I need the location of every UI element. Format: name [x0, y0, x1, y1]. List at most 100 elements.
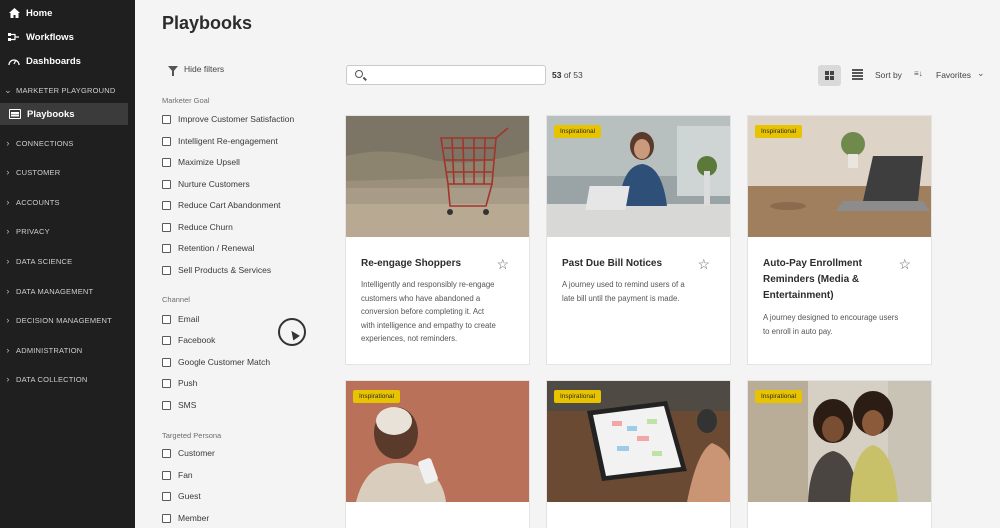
playbook-card[interactable]: Inspirational Auto-Pay Enrollment Remind…: [748, 116, 931, 364]
nav-playbooks[interactable]: Playbooks: [0, 103, 128, 125]
list-view-button[interactable]: [852, 69, 863, 80]
playbook-card[interactable]: Re-engage Shoppers ☆ Intelligently and r…: [346, 116, 529, 364]
section-connections[interactable]: › CONNECTIONS: [0, 133, 135, 153]
checkbox[interactable]: [162, 491, 171, 501]
filter-checkbox[interactable]: Sell Products & Services: [162, 264, 271, 276]
filter-label: Reduce Cart Abandonment: [178, 200, 281, 210]
filter-checkbox[interactable]: Improve Customer Satisfaction: [162, 113, 294, 125]
section-label: CUSTOMER: [16, 167, 61, 177]
checkbox[interactable]: [162, 448, 171, 458]
grid-view-button[interactable]: [818, 65, 841, 86]
section-administration[interactable]: › ADMINISTRATION: [0, 340, 135, 360]
filter-label: Email: [178, 314, 200, 324]
filter-checkbox[interactable]: SMS: [162, 399, 196, 411]
grid-icon: [824, 70, 835, 81]
playbook-card[interactable]: Inspirational Past Due Bill Notices ☆ A …: [547, 116, 730, 364]
nav-dashboards[interactable]: Dashboards: [0, 49, 135, 73]
section-label: ACCOUNTS: [16, 197, 60, 207]
checkbox[interactable]: [162, 200, 171, 210]
checkbox[interactable]: [162, 222, 171, 232]
filter-checkbox[interactable]: Guest: [162, 490, 201, 502]
section-marketer-playground[interactable]: ⌄ MARKETER PLAYGROUND: [0, 80, 135, 100]
section-data-management[interactable]: › DATA MANAGEMENT: [0, 281, 135, 301]
filter-label: Member: [178, 513, 210, 523]
checkbox[interactable]: [162, 357, 171, 367]
favorite-star-icon[interactable]: ☆: [496, 257, 509, 271]
checkbox[interactable]: [162, 114, 171, 124]
card-image: Inspirational: [547, 116, 730, 237]
section-data-collection[interactable]: › DATA COLLECTION: [0, 369, 135, 389]
section-label: PRIVACY: [16, 226, 50, 236]
playbook-card[interactable]: Inspirational: [748, 381, 931, 528]
checkbox[interactable]: [162, 314, 171, 324]
sort-order-icon[interactable]: ≡↓: [914, 69, 923, 78]
card-title: Re-engage Shoppers: [361, 258, 462, 269]
filter-label: Push: [178, 378, 198, 388]
sort-select[interactable]: Favorites: [936, 70, 971, 80]
filter-checkbox[interactable]: Retention / Renewal: [162, 242, 255, 254]
card-title: Auto-Pay Enrollment Reminders (Media & E…: [763, 256, 903, 304]
dashboard-icon: [8, 55, 20, 67]
checkbox[interactable]: [162, 157, 171, 167]
section-accounts[interactable]: › ACCOUNTS: [0, 192, 135, 212]
filter-checkbox[interactable]: Reduce Cart Abandonment: [162, 199, 281, 211]
nav-workflows[interactable]: Workflows: [0, 25, 135, 49]
section-decision-management[interactable]: › DECISION MANAGEMENT: [0, 310, 135, 330]
checkbox[interactable]: [162, 335, 171, 345]
card-image: [346, 116, 529, 237]
card-title-line: Entertainment): [763, 290, 834, 301]
chevron-down-icon[interactable]: ⌄: [977, 68, 985, 79]
playbook-card[interactable]: Inspirational: [346, 381, 529, 528]
filter-label: Facebook: [178, 335, 216, 345]
checkbox[interactable]: [162, 243, 171, 253]
section-label: DATA MANAGEMENT: [16, 286, 94, 296]
chevron-right-icon: ›: [6, 315, 10, 325]
card-description: Intelligently and responsibly re-engage …: [361, 278, 516, 346]
checkbox[interactable]: [162, 378, 171, 388]
filter-checkbox[interactable]: Customer: [162, 447, 215, 459]
checkbox[interactable]: [162, 470, 171, 480]
playbook-card[interactable]: Inspirational: [547, 381, 730, 528]
filter-label: Improve Customer Satisfaction: [178, 114, 295, 124]
section-label: CONNECTIONS: [16, 138, 74, 148]
filter-checkbox[interactable]: Reduce Churn: [162, 221, 233, 233]
section-label: DATA SCIENCE: [16, 256, 73, 266]
filter-group-title: Marketer Goal: [162, 96, 210, 105]
hide-filters-button[interactable]: Hide filters: [168, 64, 225, 76]
sort-by-label: Sort by: [875, 70, 902, 80]
filter-checkbox[interactable]: Intelligent Re-engagement: [162, 135, 278, 147]
filter-checkbox[interactable]: Maximize Upsell: [162, 156, 240, 168]
sidebar: Home Workflows Dashboards ⌄ MARKETER PLA…: [0, 0, 135, 528]
filter-checkbox[interactable]: Fan: [162, 469, 193, 481]
filter-checkbox[interactable]: Push: [162, 377, 197, 389]
checkbox[interactable]: [162, 513, 171, 523]
filter-checkbox[interactable]: Google Customer Match: [162, 356, 270, 368]
checkbox[interactable]: [162, 179, 171, 189]
result-count-total: of 53: [561, 70, 583, 80]
filter-label: Intelligent Re-engagement: [178, 136, 278, 146]
filter-checkbox[interactable]: Email: [162, 313, 199, 325]
chevron-right-icon: ›: [6, 345, 10, 355]
hide-filters-label: Hide filters: [184, 64, 225, 74]
checkbox[interactable]: [162, 265, 171, 275]
filter-checkbox[interactable]: Member: [162, 512, 209, 524]
card-title: Past Due Bill Notices: [562, 258, 663, 269]
search-input[interactable]: [346, 65, 546, 85]
card-description: A journey designed to encourage users to…: [763, 311, 918, 338]
chevron-right-icon: ›: [6, 197, 10, 207]
filter-group-title: Channel: [162, 295, 190, 304]
result-count: 53 of 53: [552, 70, 583, 80]
checkbox[interactable]: [162, 136, 171, 146]
nav-home[interactable]: Home: [0, 1, 135, 25]
filter-checkbox[interactable]: Nurture Customers: [162, 178, 250, 190]
filter-checkbox[interactable]: Facebook: [162, 334, 215, 346]
filter-group-title: Targeted Persona: [162, 431, 222, 440]
section-data-science[interactable]: › DATA SCIENCE: [0, 251, 135, 271]
section-label: DECISION MANAGEMENT: [16, 315, 112, 325]
section-privacy[interactable]: › PRIVACY: [0, 221, 135, 241]
favorite-star-icon[interactable]: ☆: [697, 257, 710, 271]
card-description-line: to enroll in auto pay.: [763, 326, 833, 336]
favorite-star-icon[interactable]: ☆: [898, 257, 911, 271]
section-customer[interactable]: › CUSTOMER: [0, 162, 135, 182]
checkbox[interactable]: [162, 400, 171, 410]
